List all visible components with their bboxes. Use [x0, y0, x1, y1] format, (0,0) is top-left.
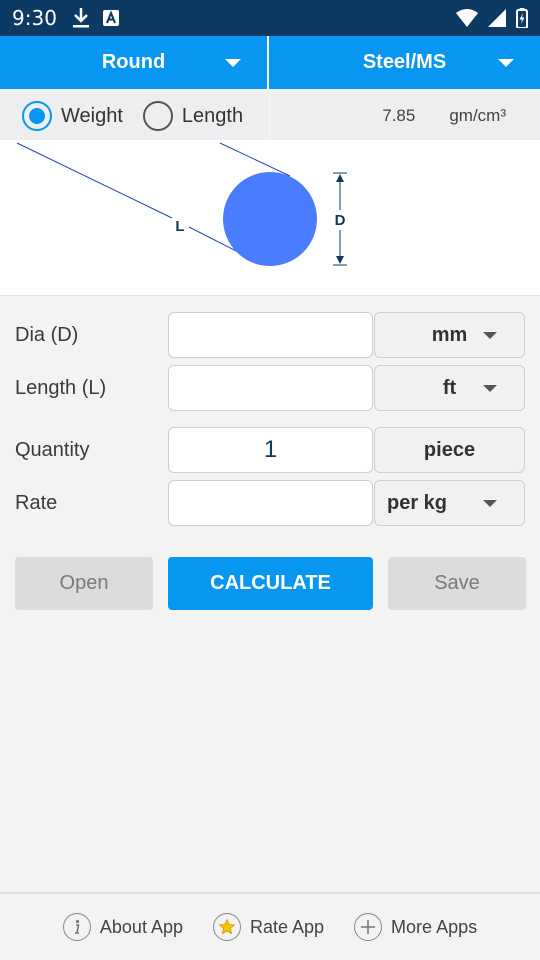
- wifi-icon: [456, 9, 478, 27]
- length-radio-button[interactable]: [142, 101, 173, 131]
- signal-icon: [488, 9, 506, 27]
- top-edge-line: [219, 142, 291, 177]
- quantity-input[interactable]: 1: [168, 427, 373, 473]
- length-unit-dropdown[interactable]: ft: [374, 365, 525, 411]
- length-radio-option[interactable]: Length: [142, 101, 244, 131]
- rate-app-link[interactable]: Rate App: [212, 913, 325, 941]
- about-app-link[interactable]: About App: [62, 913, 183, 941]
- more-apps-label: More Apps: [391, 916, 478, 937]
- chevron-down-icon: [498, 59, 514, 67]
- plus-icon: [354, 913, 383, 941]
- length-input[interactable]: [168, 365, 373, 411]
- about-app-label: About App: [99, 916, 183, 937]
- length-unit-label: ft: [442, 376, 457, 399]
- shape-diagram: L D: [0, 140, 540, 296]
- more-apps-link[interactable]: More Apps: [354, 913, 477, 941]
- length-label: L: [175, 218, 184, 235]
- shape-dropdown-label: Round: [101, 51, 166, 73]
- dia-unit-label: mm: [431, 323, 468, 346]
- star-icon: [212, 913, 241, 941]
- info-icon: [62, 913, 91, 941]
- length-row: Length (L) ft: [15, 365, 525, 411]
- status-icons-right: [456, 8, 528, 28]
- round-bar-diagram: L D: [16, 142, 347, 266]
- dia-row: Dia (D) mm: [15, 312, 525, 358]
- rate-unit-dropdown[interactable]: per kg: [374, 480, 525, 526]
- calculate-button[interactable]: CALCULATE: [168, 557, 373, 610]
- cross-section-circle: [223, 172, 317, 266]
- chevron-down-icon: [483, 500, 497, 507]
- mode-selector: Weight Length: [0, 92, 269, 140]
- chevron-down-icon: [483, 385, 497, 392]
- battery-icon: [516, 8, 528, 28]
- open-button[interactable]: Open: [15, 557, 153, 610]
- status-icons-left: [72, 8, 119, 28]
- status-time: 9:30: [12, 6, 57, 30]
- dia-label: Dia (D): [15, 324, 79, 346]
- quantity-label: Quantity: [15, 439, 90, 461]
- diameter-label: D: [335, 212, 346, 229]
- density-display[interactable]: 7.85 gm/cm³: [271, 92, 540, 140]
- action-bar: Open CALCULATE Save: [15, 557, 526, 610]
- rate-row: Rate per kg: [15, 480, 525, 526]
- arrow-up-icon: [336, 174, 344, 182]
- weight-radio-button[interactable]: [22, 101, 52, 131]
- dia-unit-dropdown[interactable]: mm: [374, 312, 525, 358]
- weight-radio-label: Weight: [61, 104, 123, 127]
- top-bar: Round Steel/MS: [0, 36, 540, 89]
- length-radio-label: Length: [181, 104, 244, 127]
- radio-selected-dot: [29, 108, 45, 124]
- shape-dropdown[interactable]: Round: [0, 36, 269, 89]
- dia-input[interactable]: [168, 312, 373, 358]
- quantity-unit: piece: [374, 427, 525, 473]
- density-unit: gm/cm³: [449, 106, 506, 125]
- length-line-upper: [16, 142, 173, 219]
- footer-bar: About App Rate App More Apps: [0, 892, 540, 960]
- mode-row: Weight Length 7.85 gm/cm³: [0, 92, 540, 140]
- quantity-row: Quantity 1 piece: [15, 427, 525, 473]
- material-dropdown[interactable]: Steel/MS: [269, 36, 540, 89]
- arrow-down-icon: [336, 256, 344, 264]
- download-icon: [72, 8, 89, 28]
- status-bar: 9:30: [0, 0, 540, 36]
- quantity-unit-label: piece: [423, 438, 476, 461]
- rate-unit-label: per kg: [387, 491, 448, 514]
- material-dropdown-label: Steel/MS: [362, 51, 447, 73]
- chevron-down-icon: [483, 332, 497, 339]
- density-value: 7.85: [382, 106, 416, 125]
- rate-app-label: Rate App: [249, 916, 325, 937]
- chevron-down-icon: [225, 59, 241, 67]
- font-app-icon: [102, 10, 119, 26]
- rate-label: Rate: [15, 492, 58, 514]
- rate-input[interactable]: [168, 480, 373, 526]
- length-label: Length (L): [15, 377, 107, 399]
- weight-radio-option[interactable]: Weight: [22, 101, 123, 131]
- save-button[interactable]: Save: [388, 557, 526, 610]
